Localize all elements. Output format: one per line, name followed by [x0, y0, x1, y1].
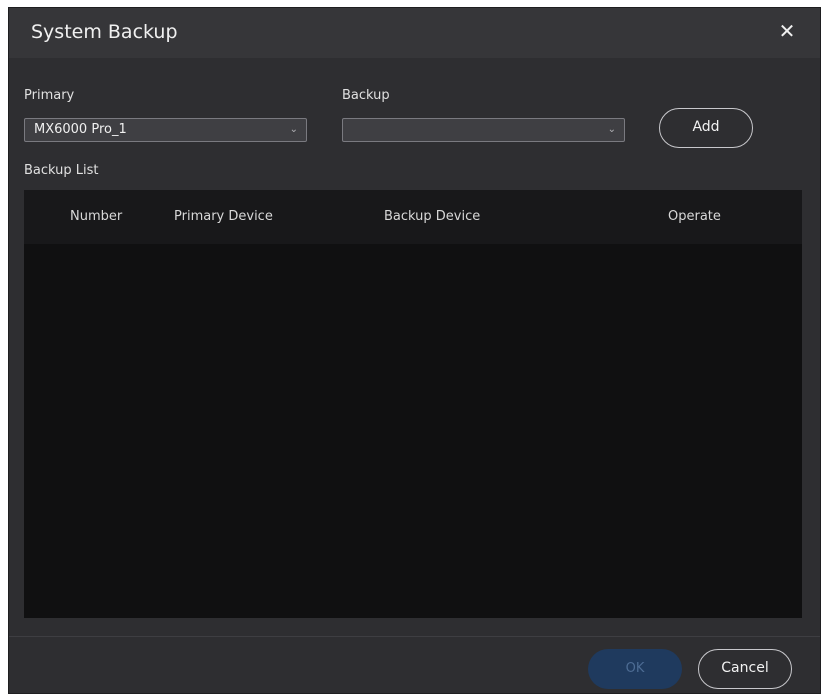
primary-label: Primary	[24, 88, 75, 103]
table-header: Number Primary Device Backup Device Oper…	[24, 190, 802, 244]
ok-button[interactable]: OK	[588, 649, 682, 689]
chevron-down-icon: ⌄	[289, 124, 298, 135]
close-icon[interactable]: ✕	[776, 20, 798, 42]
column-header-operate: Operate	[668, 209, 721, 224]
backup-list-table: Number Primary Device Backup Device Oper…	[24, 190, 802, 618]
column-header-primary-device: Primary Device	[174, 209, 273, 224]
column-header-number: Number	[70, 209, 123, 224]
backup-list-label: Backup List	[24, 163, 99, 178]
chevron-down-icon: ⌄	[607, 124, 616, 135]
backup-select[interactable]: ⌄	[342, 118, 625, 142]
footer-divider	[9, 636, 820, 637]
title-bar: System Backup ✕	[9, 8, 820, 58]
cancel-button[interactable]: Cancel	[698, 649, 792, 689]
column-header-backup-device: Backup Device	[384, 209, 481, 224]
add-button[interactable]: Add	[659, 108, 753, 148]
backup-label: Backup	[342, 88, 390, 103]
primary-select[interactable]: MX6000 Pro_1 ⌄	[24, 118, 307, 142]
dialog-title: System Backup	[31, 21, 178, 43]
system-backup-dialog: System Backup ✕ Primary MX6000 Pro_1 ⌄ B…	[8, 7, 821, 694]
primary-select-value: MX6000 Pro_1	[34, 122, 127, 137]
